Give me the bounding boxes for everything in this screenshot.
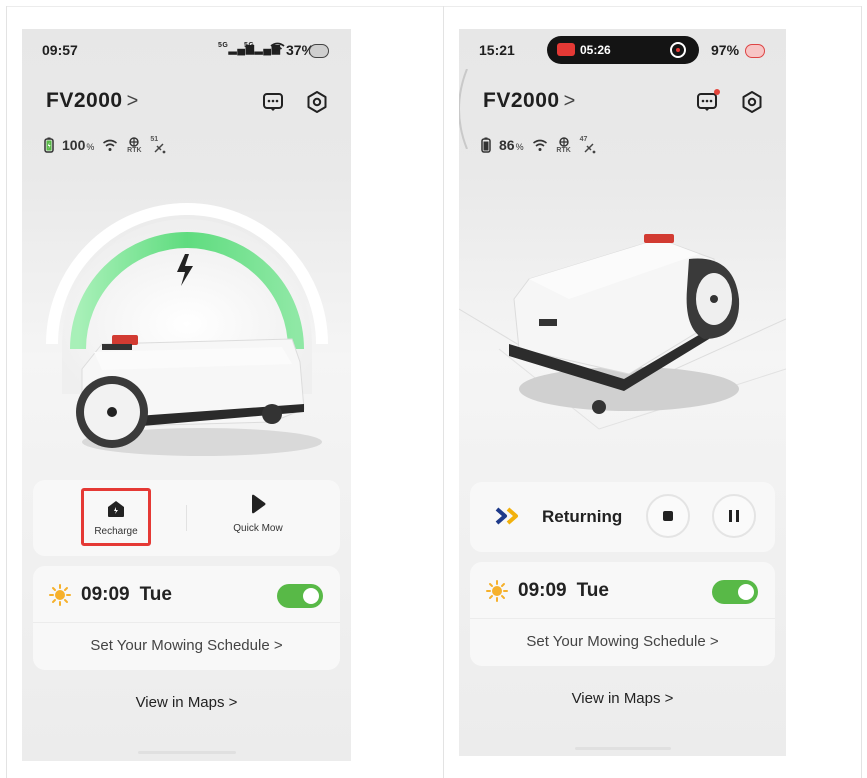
mower-charging-illustration — [46, 203, 328, 456]
sun-icon — [486, 580, 508, 602]
schedule-time: 09:09 — [81, 584, 130, 605]
pause-button[interactable] — [712, 494, 756, 538]
left-phone-screen: 09:57 5G▂▄▆ 5G▂▄▆ 37% FV2000 > 100% RTK … — [22, 29, 351, 761]
satellite-icon: 51 — [150, 136, 168, 154]
action-divider — [186, 505, 187, 531]
back-swipe-edge — [459, 69, 468, 149]
device-status-row: 100% RTK 51 — [44, 135, 168, 155]
screenshot-frame: 09:57 5G▂▄▆ 5G▂▄▆ 37% FV2000 > 100% RTK … — [0, 0, 867, 778]
device-wifi-icon — [532, 139, 547, 151]
rtk-icon: RTK — [556, 136, 572, 154]
play-icon — [252, 494, 266, 514]
view-in-maps-link[interactable]: View in Maps > — [22, 694, 351, 711]
schedule-divider — [470, 618, 775, 619]
action-card: Recharge Quick Mow — [33, 480, 340, 556]
device-wifi-icon — [103, 139, 118, 151]
schedule-toggle[interactable] — [277, 584, 323, 608]
status-bar: 15:21 05:26 97% — [459, 29, 786, 71]
battery-charging-icon — [44, 137, 54, 153]
schedule-divider — [33, 622, 340, 623]
status-bar: 09:57 5G▂▄▆ 5G▂▄▆ 37% — [22, 29, 351, 71]
settings-icon[interactable] — [305, 90, 329, 114]
schedule-toggle[interactable] — [712, 580, 758, 604]
screen-recording-pill[interactable]: 05:26 — [547, 36, 699, 64]
status-time: 15:21 — [479, 42, 515, 58]
device-title[interactable]: FV2000 > — [46, 89, 139, 113]
view-in-maps-link[interactable]: View in Maps > — [459, 690, 786, 707]
stop-icon — [663, 511, 673, 521]
recording-time: 05:26 — [580, 43, 611, 57]
device-battery-percent: 100% — [62, 137, 95, 153]
battery-icon — [481, 137, 491, 153]
quick-mow-label: Quick Mow — [233, 523, 283, 534]
recharge-label: Recharge — [94, 526, 138, 537]
message-icon[interactable] — [261, 90, 285, 114]
recharge-home-icon — [108, 501, 124, 517]
returning-label: Returning — [542, 507, 623, 526]
record-icon — [557, 43, 575, 56]
returning-arrows-icon — [495, 507, 518, 525]
stop-button[interactable] — [646, 494, 690, 538]
schedule-time: 09:09 — [518, 580, 567, 601]
set-schedule-link[interactable]: Set Your Mowing Schedule > — [470, 633, 775, 650]
cloud-icon — [745, 44, 765, 58]
quick-mow-button[interactable]: Quick Mow — [218, 494, 298, 534]
stop-record-dot — [676, 48, 680, 52]
wifi-icon — [270, 42, 285, 55]
right-phone-screen: 15:21 05:26 97% FV2000 > 86% RTK 47 Retu… — [459, 29, 786, 756]
center-divider — [443, 6, 444, 778]
device-battery-percent: 86% — [499, 137, 524, 153]
recharge-button[interactable]: Recharge — [81, 488, 151, 546]
mower-returning-illustration — [459, 234, 786, 430]
home-indicator — [575, 747, 671, 750]
schedule-card: 09:09 Tue Set Your Mowing Schedule > — [33, 566, 340, 670]
device-status-row: 86% RTK 47 — [481, 135, 598, 155]
set-schedule-link[interactable]: Set Your Mowing Schedule > — [33, 637, 340, 654]
settings-icon[interactable] — [740, 90, 764, 114]
notification-dot — [714, 89, 720, 95]
rtk-icon: RTK — [126, 136, 142, 154]
status-time: 09:57 — [42, 42, 78, 58]
left-border — [6, 6, 7, 778]
top-divider — [6, 6, 861, 7]
pause-icon — [729, 510, 739, 522]
home-indicator — [138, 751, 236, 754]
cloud-icon — [309, 44, 329, 58]
right-border — [861, 6, 862, 778]
schedule-row: 09:09 Tue — [49, 584, 172, 606]
schedule-day: Tue — [576, 580, 609, 601]
schedule-day: Tue — [139, 584, 172, 605]
schedule-card: 09:09 Tue Set Your Mowing Schedule > — [470, 562, 775, 666]
returning-card: Returning — [470, 482, 775, 552]
sun-icon — [49, 584, 71, 606]
device-title[interactable]: FV2000 > — [483, 89, 576, 113]
satellite-icon: 47 — [580, 136, 598, 154]
phone-battery-percent: 97% — [711, 42, 740, 58]
schedule-row: 09:09 Tue — [486, 580, 609, 602]
